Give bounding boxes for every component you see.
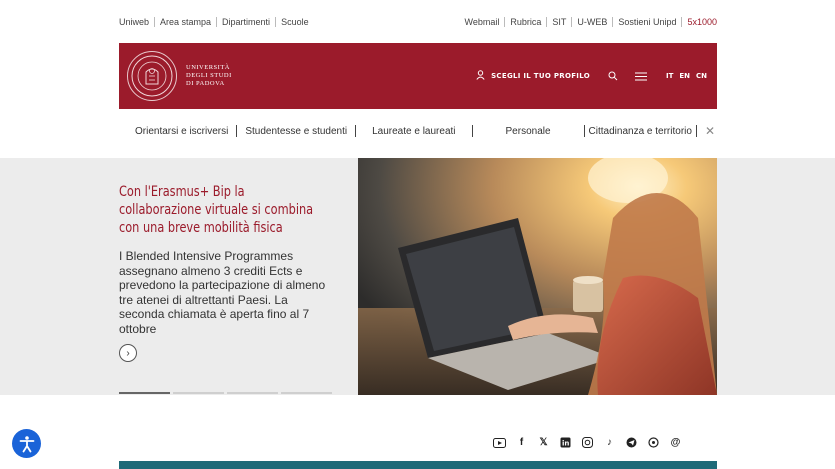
telegram-icon[interactable] [625, 436, 638, 449]
lang-it[interactable]: IT [666, 72, 673, 80]
hero-image[interactable] [358, 158, 717, 395]
accessibility-button[interactable] [12, 429, 41, 458]
instagram-icon[interactable] [581, 436, 594, 449]
main-navigation: Orientarsi e iscriversi Studentesse e st… [119, 109, 717, 153]
carousel-dot[interactable] [281, 392, 332, 394]
hero-title[interactable]: Con l'Erasmus+ Bip la collaborazione vir… [119, 183, 331, 237]
linkedin-icon[interactable]: in [559, 436, 572, 449]
link-5x1000[interactable]: 5x1000 [682, 17, 717, 27]
x-icon[interactable]: 𝕏 [537, 436, 550, 449]
university-seal-icon [127, 51, 177, 101]
language-switcher: IT EN CN [666, 72, 707, 80]
link-scuole[interactable]: Scuole [276, 17, 309, 27]
social-links: f 𝕏 in ♪ @ [493, 436, 682, 449]
link-dipartimenti[interactable]: Dipartimenti [217, 16, 277, 27]
user-icon [476, 69, 485, 83]
search-icon[interactable] [606, 69, 620, 83]
facebook-icon[interactable]: f [515, 436, 528, 449]
carousel-indicators [119, 392, 332, 394]
nav-personale[interactable]: Personale [473, 126, 584, 137]
university-name: UNIVERSITÀ DEGLI STUDI DI PADOVA [186, 64, 232, 87]
link-rubrica[interactable]: Rubrica [505, 16, 548, 27]
hero-description: I Blended Intensive Programmes assegnano… [119, 249, 326, 336]
menu-icon[interactable] [634, 69, 648, 83]
carousel-dot[interactable] [119, 392, 170, 394]
link-u-web[interactable]: U-WEB [572, 16, 614, 27]
carousel-dot[interactable] [173, 392, 224, 394]
accessibility-icon [19, 435, 34, 452]
tiktok-icon[interactable]: ♪ [603, 436, 616, 449]
link-uniweb[interactable]: Uniweb [119, 16, 156, 27]
svg-text:in: in [562, 440, 569, 448]
header-actions: SCEGLI IL TUO PROFILO IT EN CN [476, 69, 717, 83]
link-sit[interactable]: SIT [547, 16, 573, 27]
nav-laureati[interactable]: Laureate e laureati [356, 126, 471, 137]
carousel-dot[interactable] [227, 392, 278, 394]
nav-studenti[interactable]: Studentesse e studenti [237, 126, 355, 137]
link-sostieni-unipd[interactable]: Sostieni Unipd [613, 16, 683, 27]
hero-next-arrow-icon[interactable]: › [119, 344, 137, 362]
close-icon[interactable]: ✕ [705, 124, 717, 138]
next-section-banner [119, 461, 717, 469]
hero-carousel: Con l'Erasmus+ Bip la collaborazione vir… [0, 158, 835, 395]
profile-selector-button[interactable]: SCEGLI IL TUO PROFILO [476, 69, 590, 83]
lang-cn[interactable]: CN [696, 72, 707, 80]
utility-bar: Uniweb Area stampa Dipartimenti Scuole W… [119, 0, 717, 43]
whatsapp-icon[interactable] [647, 436, 660, 449]
nav-divider [695, 125, 697, 137]
link-area-stampa[interactable]: Area stampa [155, 16, 218, 27]
youtube-icon[interactable] [493, 436, 506, 449]
threads-icon[interactable]: @ [669, 436, 682, 449]
nav-cittadinanza[interactable]: Cittadinanza e territorio [585, 126, 696, 137]
site-header: UNIVERSITÀ DEGLI STUDI DI PADOVA SCEGLI … [119, 43, 717, 109]
hero-text-block: Con l'Erasmus+ Bip la collaborazione vir… [119, 183, 334, 362]
link-webmail[interactable]: Webmail [465, 16, 506, 27]
lang-en[interactable]: EN [679, 72, 690, 80]
utility-links-right: Webmail Rubrica SIT U-WEB Sostieni Unipd… [465, 16, 717, 27]
nav-orientarsi[interactable]: Orientarsi e iscriversi [119, 126, 236, 137]
utility-links-left: Uniweb Area stampa Dipartimenti Scuole [119, 16, 309, 27]
university-logo[interactable]: UNIVERSITÀ DEGLI STUDI DI PADOVA [119, 51, 232, 101]
